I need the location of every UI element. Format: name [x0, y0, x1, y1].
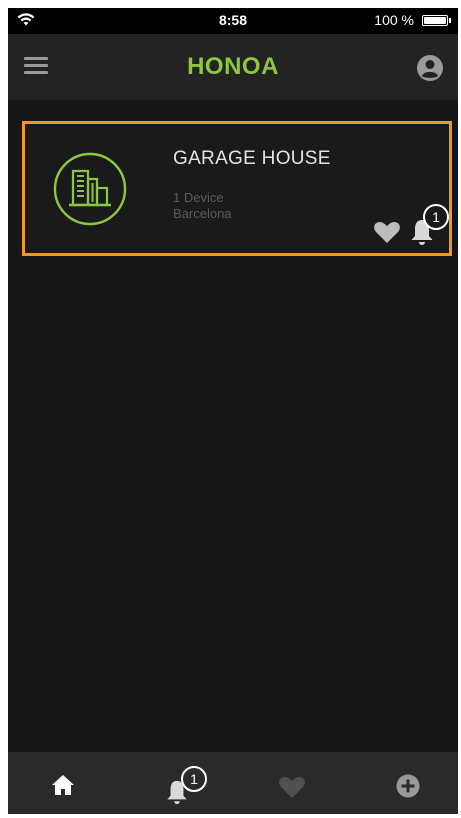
home-card[interactable]: GARAGE HOUSE 1 Device Barcelona 1: [22, 121, 452, 256]
app-screen: 8:58 100 % HONOA GARAGE HOUSE 1 Device B…: [8, 8, 458, 814]
battery-tip: [449, 18, 451, 23]
home-name: GARAGE HOUSE: [173, 148, 331, 169]
home-location: Barcelona: [173, 206, 232, 221]
user-profile-icon[interactable]: [416, 54, 444, 82]
battery-percentage: 100 %: [374, 12, 414, 28]
app-header: HONOA: [8, 34, 458, 100]
heart-icon[interactable]: [373, 220, 401, 244]
buildings-icon: [53, 152, 127, 226]
nav-notification-badge: 1: [181, 766, 207, 792]
nav-home[interactable]: [33, 752, 93, 814]
status-bar: 8:58 100 %: [8, 8, 458, 34]
battery-icon: [422, 15, 448, 26]
heart-icon: [279, 777, 305, 798]
notification-count-badge: 1: [423, 204, 449, 230]
bottom-navigation: 1: [8, 752, 458, 814]
nav-notifications[interactable]: 1: [148, 752, 208, 814]
home-device-count: 1 Device: [173, 190, 224, 205]
app-title: HONOA: [187, 53, 279, 80]
home-icon: [52, 775, 74, 795]
nav-favorites[interactable]: [262, 752, 322, 814]
nav-add[interactable]: [378, 752, 438, 814]
home-notifications-button[interactable]: 1: [409, 204, 458, 250]
plus-circle-icon: [396, 774, 420, 798]
